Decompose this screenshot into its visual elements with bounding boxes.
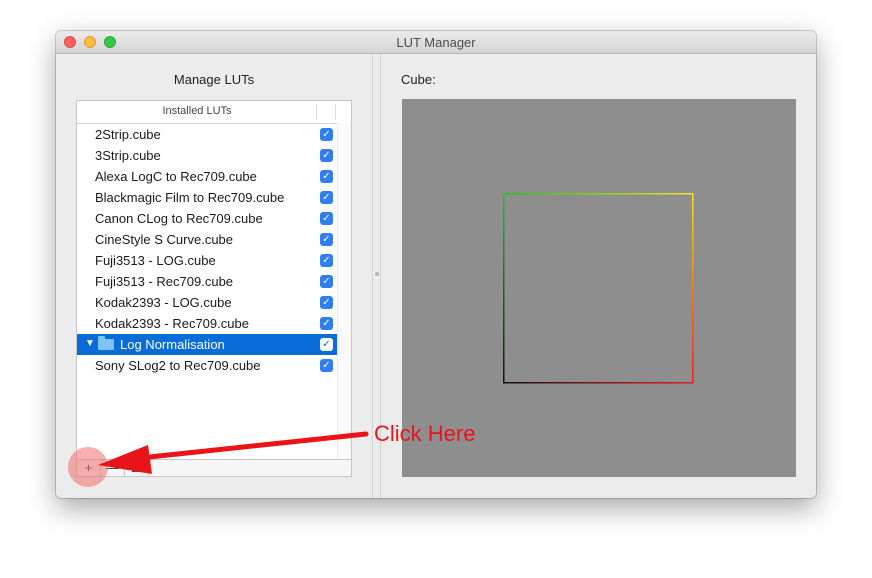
cube-label: Cube: (401, 72, 436, 87)
add-folder-button[interactable] (125, 460, 149, 476)
enabled-checkbox[interactable]: ✓ (320, 275, 333, 288)
enabled-checkbox[interactable]: ✓ (320, 170, 333, 183)
manage-luts-heading: Manage LUTs (173, 72, 255, 87)
lut-name: Fuji3513 - Rec709.cube (95, 274, 234, 289)
lut-name: Alexa LogC to Rec709.cube (95, 169, 257, 184)
lut-name: Canon CLog to Rec709.cube (95, 211, 263, 226)
folder-icon (132, 464, 142, 472)
lut-row[interactable]: Kodak2393 - LOG.cube ✓ (77, 292, 337, 313)
lut-row[interactable]: 3Strip.cube ✓ (77, 145, 337, 166)
lut-row[interactable]: Sony SLog2 to Rec709.cube ✓ (77, 355, 337, 376)
lut-name: Blackmagic Film to Rec709.cube (95, 190, 285, 205)
lut-row[interactable]: Kodak2393 - Rec709.cube ✓ (77, 313, 337, 334)
lut-name: 3Strip.cube (95, 148, 161, 163)
manage-luts-panel: Manage LUTs Installed LUTs 2Strip.cube ✓… (56, 54, 372, 498)
enabled-checkbox[interactable]: ✓ (320, 338, 333, 351)
column-divider (316, 104, 317, 120)
enabled-checkbox[interactable]: ✓ (320, 296, 333, 309)
lut-row[interactable]: CineStyle S Curve.cube ✓ (77, 229, 337, 250)
cube-edge-right (692, 193, 694, 384)
enabled-checkbox[interactable]: ✓ (320, 359, 333, 372)
lut-row[interactable]: Canon CLog to Rec709.cube ✓ (77, 208, 337, 229)
divider-handle[interactable] (375, 272, 379, 276)
enabled-checkbox[interactable]: ✓ (320, 317, 333, 330)
lut-row[interactable]: 2Strip.cube ✓ (77, 124, 337, 145)
vertical-scrollbar[interactable] (337, 123, 351, 459)
lut-row[interactable]: Fuji3513 - Rec709.cube ✓ (77, 271, 337, 292)
enabled-checkbox[interactable]: ✓ (320, 212, 333, 225)
cube-edge-left (503, 193, 505, 384)
table-header: Installed LUTs (77, 101, 351, 124)
column-divider (335, 104, 336, 120)
lut-name: Sony SLog2 to Rec709.cube (95, 358, 261, 373)
lut-folder-row[interactable]: ▼ Log Normalisation ✓ (77, 334, 337, 355)
enabled-checkbox[interactable]: ✓ (320, 233, 333, 246)
lut-row[interactable]: Alexa LogC to Rec709.cube ✓ (77, 166, 337, 187)
enabled-checkbox[interactable]: ✓ (320, 254, 333, 267)
table-footer: + — (77, 459, 351, 476)
disclosure-triangle-icon[interactable]: ▼ (85, 338, 95, 349)
enabled-checkbox[interactable]: ✓ (320, 128, 333, 141)
cube-edge-top (503, 193, 693, 195)
lut-row[interactable]: Blackmagic Film to Rec709.cube ✓ (77, 187, 337, 208)
installed-luts-column-header[interactable]: Installed LUTs (77, 105, 317, 117)
lut-name: Fuji3513 - LOG.cube (95, 253, 216, 268)
folder-icon (98, 336, 114, 350)
enabled-checkbox[interactable]: ✓ (320, 149, 333, 162)
lut-name: Kodak2393 - Rec709.cube (95, 316, 249, 331)
lut-name: Kodak2393 - LOG.cube (95, 295, 232, 310)
lut-list: 2Strip.cube ✓ 3Strip.cube ✓ Alexa LogC t… (77, 124, 337, 376)
click-here-annotation: Click Here (374, 421, 476, 446)
lut-name: CineStyle S Curve.cube (95, 232, 234, 247)
cube-edge-bottom (503, 382, 693, 384)
title-bar[interactable]: LUT Manager (56, 31, 816, 54)
window-title: LUT Manager (396, 35, 476, 50)
add-button-highlight (68, 447, 108, 487)
lut-name: 2Strip.cube (95, 127, 161, 142)
enabled-checkbox[interactable]: ✓ (320, 191, 333, 204)
lut-folder-name: Log Normalisation (120, 337, 225, 352)
installed-luts-table: Installed LUTs 2Strip.cube ✓ 3Strip.cube… (76, 100, 352, 477)
lut-row[interactable]: Fuji3513 - LOG.cube ✓ (77, 250, 337, 271)
